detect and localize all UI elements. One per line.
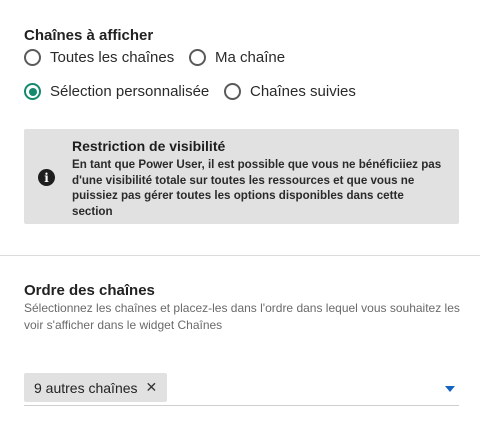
notice-body: En tant que Power User, il est possible … [72,158,442,218]
info-icon: i [38,169,55,186]
radio-label[interactable]: Chaînes suivies [250,83,356,100]
radio-my-channel[interactable]: Ma chaîne [189,49,285,66]
selected-chip: 9 autres chaînes ✕ [24,373,168,402]
radio-circle[interactable] [24,49,41,66]
channel-multiselect[interactable]: 9 autres chaînes ✕ [24,372,459,406]
radio-all-channels[interactable]: Toutes les chaînes [24,49,174,66]
section-title-display: Chaînes à afficher [24,27,154,44]
section-divider [0,255,480,256]
radio-circle[interactable] [189,49,206,66]
chip-label: 9 autres chaînes [34,379,138,396]
radio-circle[interactable] [224,83,241,100]
chip-remove-icon[interactable]: ✕ [146,379,158,396]
section-description: Sélectionnez les chaînes et placez-les d… [24,301,460,332]
notice-title: Restriction de visibilité [72,138,226,154]
visibility-restriction-notice: i Restriction de visibilité En tant que … [24,129,459,224]
radio-custom-selection[interactable]: Sélection personnalisée [24,83,209,100]
radio-label[interactable]: Toutes les chaînes [50,49,174,66]
radio-label[interactable]: Sélection personnalisée [50,83,209,100]
section-title-order: Ordre des chaînes [24,282,155,299]
caret-down-icon[interactable] [445,386,455,392]
radio-circle-selected[interactable] [24,83,41,100]
radio-followed-channels[interactable]: Chaînes suivies [224,83,356,100]
radio-label[interactable]: Ma chaîne [215,49,285,66]
